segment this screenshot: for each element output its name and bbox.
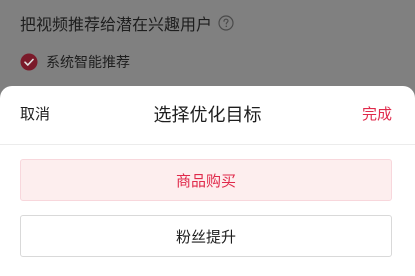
checkbox-checked-icon[interactable] [20, 53, 38, 71]
question-circle-icon[interactable] [218, 15, 234, 31]
recommend-heading-text: 把视频推荐给潜在兴趣用户 [20, 15, 213, 34]
option-label: 粉丝提升 [175, 227, 236, 246]
smart-recommend-option[interactable]: 系统智能推荐 [20, 51, 130, 73]
option-follower-growth[interactable]: 粉丝提升 [20, 215, 392, 257]
option-product-purchase[interactable]: 商品购买 [20, 159, 392, 201]
header-divider [0, 144, 415, 145]
recommend-heading: 把视频推荐给潜在兴趣用户 [20, 12, 234, 34]
sheet-header: 取消 选择优化目标 完成 [0, 86, 415, 144]
done-button[interactable]: 完成 [362, 103, 392, 124]
sheet-title: 选择优化目标 [153, 105, 262, 126]
smart-recommend-label: 系统智能推荐 [46, 55, 130, 71]
option-label: 商品购买 [175, 171, 236, 190]
optimization-goal-sheet: 取消 选择优化目标 完成 商品购买 粉丝提升 [0, 86, 415, 276]
